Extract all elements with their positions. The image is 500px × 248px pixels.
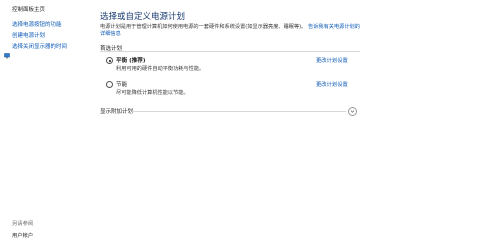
monitor-icon	[4, 44, 10, 59]
expand-button[interactable]	[348, 107, 357, 116]
section-divider	[100, 51, 360, 52]
sidebar-item-create-plan[interactable]: 创建电源计划	[12, 33, 45, 40]
show-additional-plans-label[interactable]: 显示附加计划	[100, 107, 133, 115]
radio-power-saver[interactable]	[106, 81, 113, 88]
sidebar-item-power-buttons[interactable]: 选择电源按钮的功能	[12, 22, 62, 29]
page-description: 电源计划是用于管理计算机如何使用电源的一套硬件和系统设置(如显示器亮度、睡眠等)…	[100, 24, 362, 39]
user-accounts-link[interactable]: 用户帐户	[12, 231, 33, 239]
plan-balanced-name[interactable]: 平衡 (推荐)	[116, 56, 145, 64]
sidebar-home-link[interactable]: 控制面板主页	[12, 7, 45, 14]
plan-power-saver: 节能 尽可能降低计算机性能以节能。 更改计划设置	[106, 80, 356, 100]
radio-balanced[interactable]	[106, 57, 113, 64]
plan-power-saver-name[interactable]: 节能	[116, 80, 127, 88]
show-additional-plans[interactable]: 显示附加计划	[100, 107, 360, 117]
change-plan-settings-link[interactable]: 更改计划设置	[316, 56, 348, 64]
change-plan-settings-link[interactable]: 更改计划设置	[316, 80, 348, 88]
sidebar-item-display-off[interactable]: 选择关闭显示器的时间	[12, 44, 67, 51]
page-title: 选择或自定义电源计划	[100, 12, 186, 22]
sidebar: 控制面板主页 选择电源按钮的功能 创建电源计划 选择关闭显示器的时间 另请参阅 …	[0, 0, 92, 248]
plan-balanced-desc: 利用可用的硬件自动平衡功耗与性能。	[116, 66, 205, 72]
additional-plans-divider	[132, 111, 346, 112]
plan-power-saver-desc: 尽可能降低计算机性能以节能。	[116, 90, 189, 96]
chevron-down-icon	[350, 110, 355, 113]
description-text: 电源计划是用于管理计算机如何使用电源的一套硬件和系统设置(如显示器亮度、睡眠等)…	[100, 24, 307, 30]
see-also-heading: 另请参阅	[12, 221, 34, 227]
plan-balanced: 平衡 (推荐) 利用可用的硬件自动平衡功耗与性能。 更改计划设置	[106, 56, 356, 76]
